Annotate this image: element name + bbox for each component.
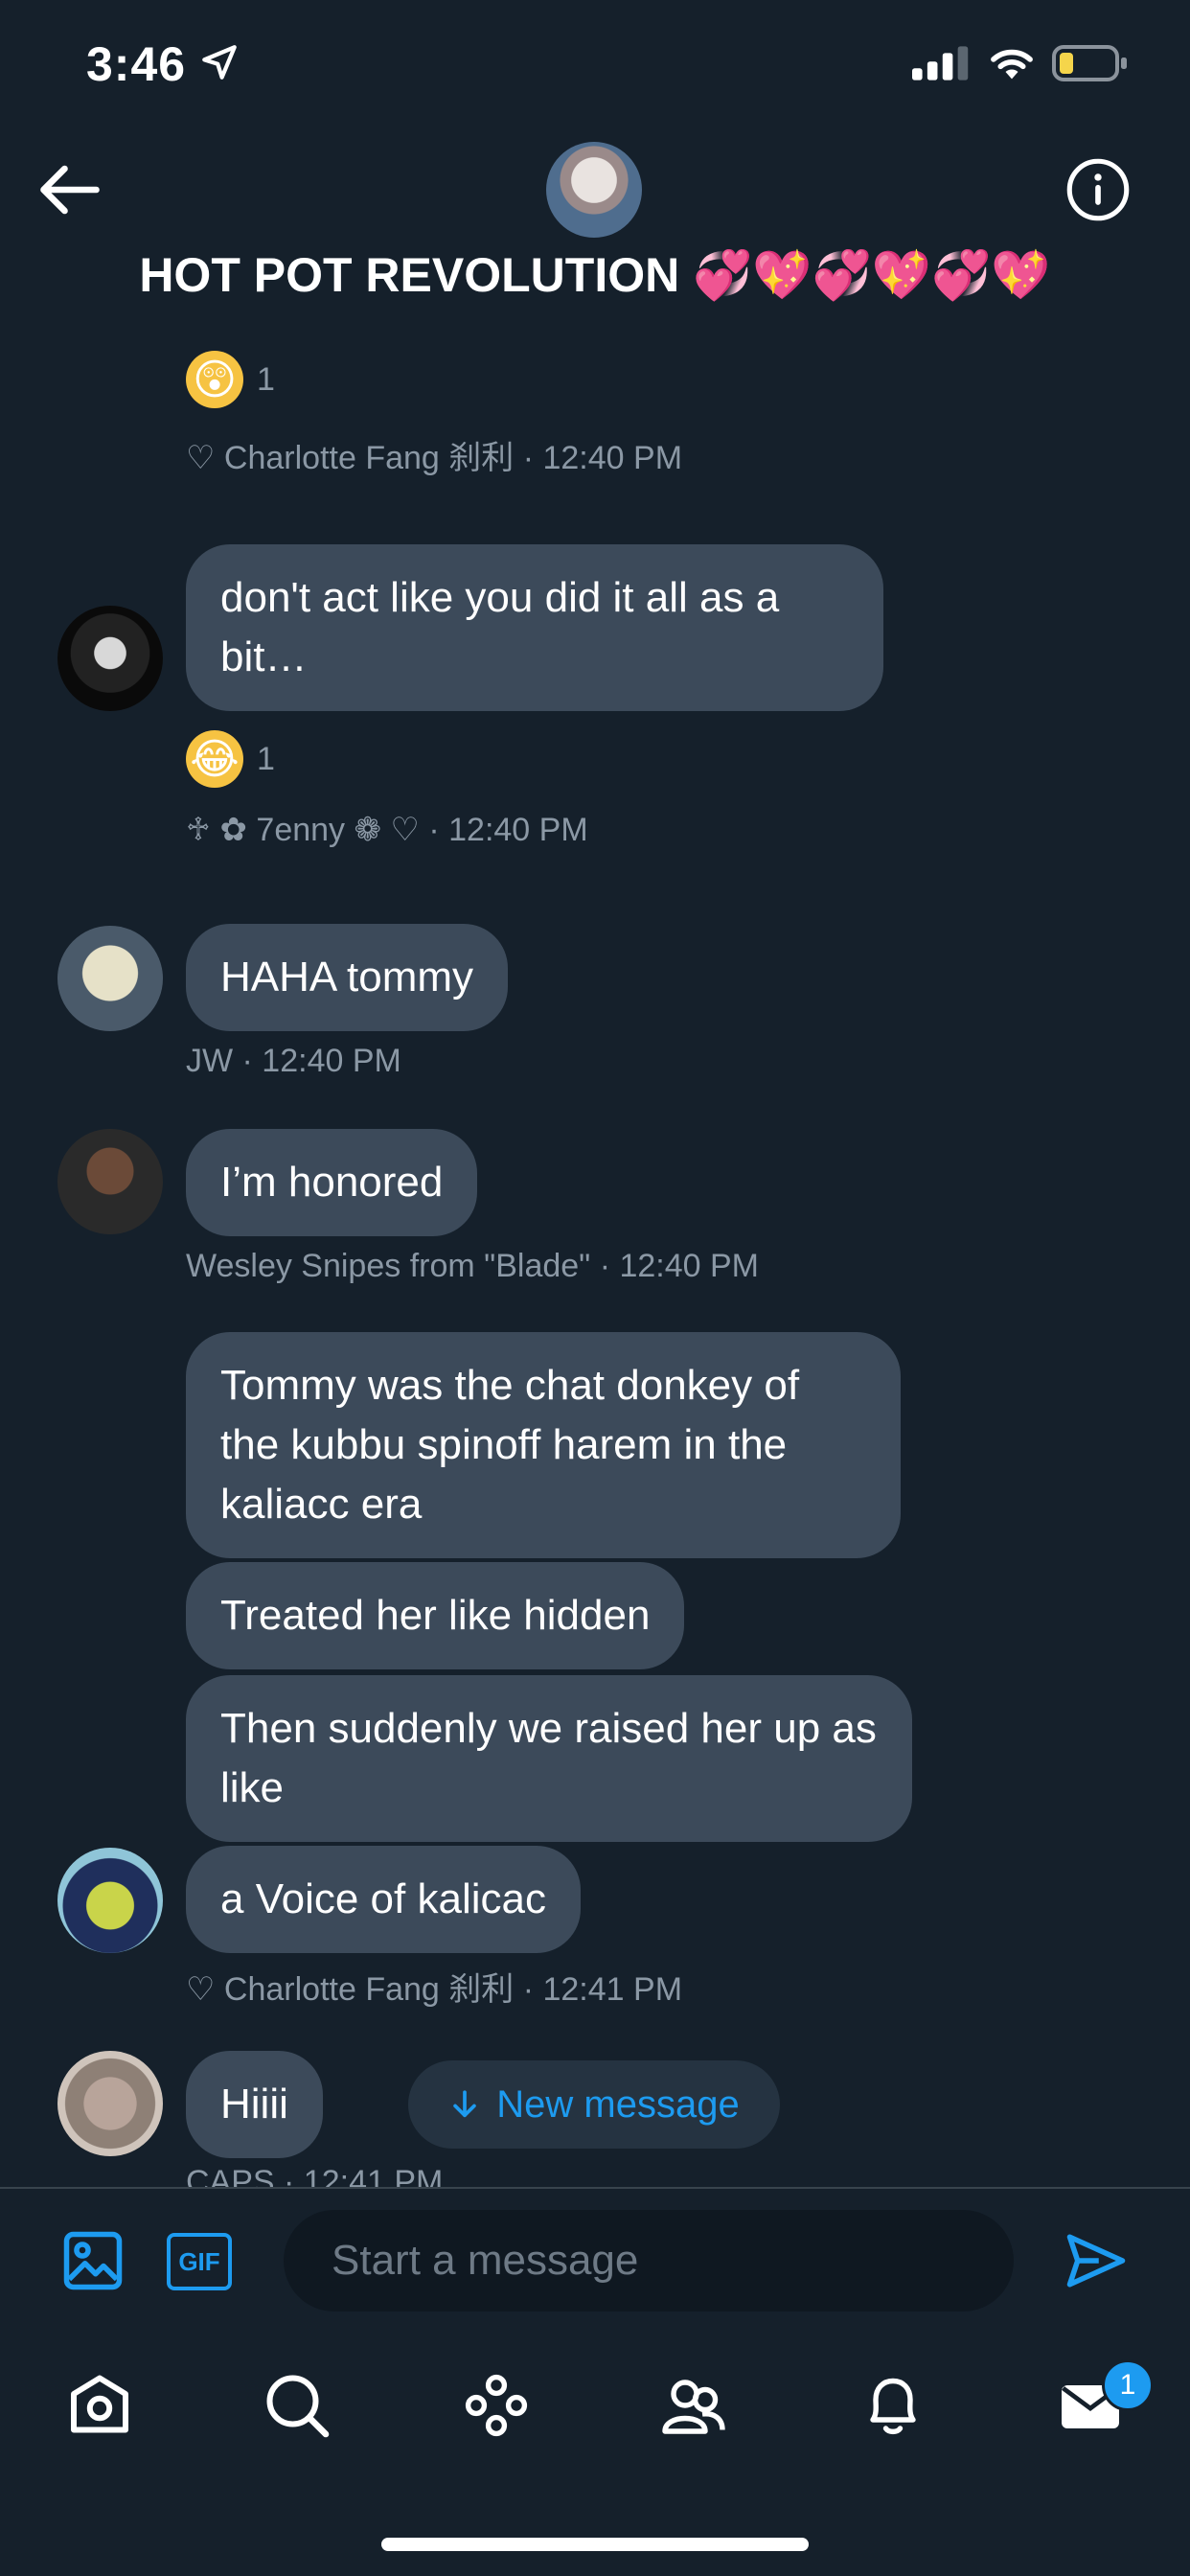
message-input[interactable]: Start a message bbox=[284, 2210, 1014, 2312]
avatar[interactable] bbox=[57, 926, 163, 1031]
home-icon[interactable] bbox=[65, 2371, 134, 2440]
wifi-icon bbox=[991, 49, 1033, 80]
reaction[interactable]: 😲 1 bbox=[186, 351, 275, 408]
message-bubble[interactable]: HAHA tommy bbox=[186, 924, 509, 1031]
cellular-signal-icon bbox=[912, 46, 969, 80]
new-message-button[interactable]: New message bbox=[408, 2060, 780, 2149]
group-avatar[interactable] bbox=[546, 142, 642, 238]
communities-icon[interactable] bbox=[659, 2371, 728, 2440]
message-bubble[interactable]: don't act like you did it all as a bit… bbox=[186, 544, 883, 711]
message-bubble[interactable]: I’m honored bbox=[186, 1129, 478, 1236]
conversation-title: HOT POT REVOLUTION 💞💖💞💖💞💖 bbox=[139, 248, 1051, 302]
battery-icon bbox=[1052, 45, 1127, 81]
reaction-count: 1 bbox=[257, 360, 275, 398]
surprised-emoji-icon: 😲 bbox=[186, 351, 243, 408]
message-bubble[interactable]: Treated her like hidden bbox=[186, 1562, 685, 1669]
reaction[interactable]: 😂 1 bbox=[186, 730, 275, 788]
gif-button[interactable]: GIF bbox=[167, 2233, 232, 2290]
arrow-down-icon bbox=[453, 2090, 477, 2118]
laughing-emoji-icon: 😂 bbox=[186, 730, 243, 788]
message-bubble[interactable]: Then suddenly we raised her up as like bbox=[186, 1675, 912, 1842]
message-meta: CAPS · 12:41 PM bbox=[186, 2164, 444, 2189]
message-meta: ♡ Charlotte Fang 刹利 · 12:40 PM bbox=[186, 440, 683, 476]
avatar[interactable] bbox=[57, 606, 163, 711]
message-meta: ♱ ✿ 7enny ❁ ♡ · 12:40 PM bbox=[186, 812, 588, 848]
messages-badge: 1 bbox=[1102, 2359, 1154, 2411]
message-bubble[interactable]: Tommy was the chat donkey of the kubbu s… bbox=[186, 1332, 901, 1558]
message-meta: JW · 12:40 PM bbox=[186, 1043, 401, 1079]
message-meta: ♡ Charlotte Fang 刹利 · 12:41 PM bbox=[186, 1971, 683, 2008]
message-bubble[interactable]: Hiiii bbox=[186, 2051, 323, 2158]
search-icon[interactable] bbox=[263, 2371, 332, 2440]
info-icon[interactable] bbox=[1065, 157, 1131, 222]
reaction-count: 1 bbox=[257, 740, 275, 777]
location-arrow-icon bbox=[202, 45, 237, 80]
avatar[interactable] bbox=[57, 1129, 163, 1234]
message-bubble[interactable]: a Voice of kalicac bbox=[186, 1846, 581, 1953]
notifications-icon[interactable] bbox=[858, 2371, 927, 2440]
spaces-icon[interactable] bbox=[462, 2371, 531, 2440]
status-time: 3:46 bbox=[86, 37, 187, 91]
new-message-label: New message bbox=[496, 2082, 740, 2126]
home-indicator bbox=[381, 2538, 809, 2551]
image-icon[interactable] bbox=[61, 2229, 125, 2292]
message-meta: Wesley Snipes from "Blade" · 12:40 PM bbox=[186, 1248, 759, 1284]
back-arrow-icon[interactable] bbox=[38, 163, 102, 217]
avatar[interactable] bbox=[57, 2051, 163, 2156]
avatar[interactable] bbox=[57, 1848, 163, 1953]
send-icon[interactable] bbox=[1064, 2229, 1129, 2292]
